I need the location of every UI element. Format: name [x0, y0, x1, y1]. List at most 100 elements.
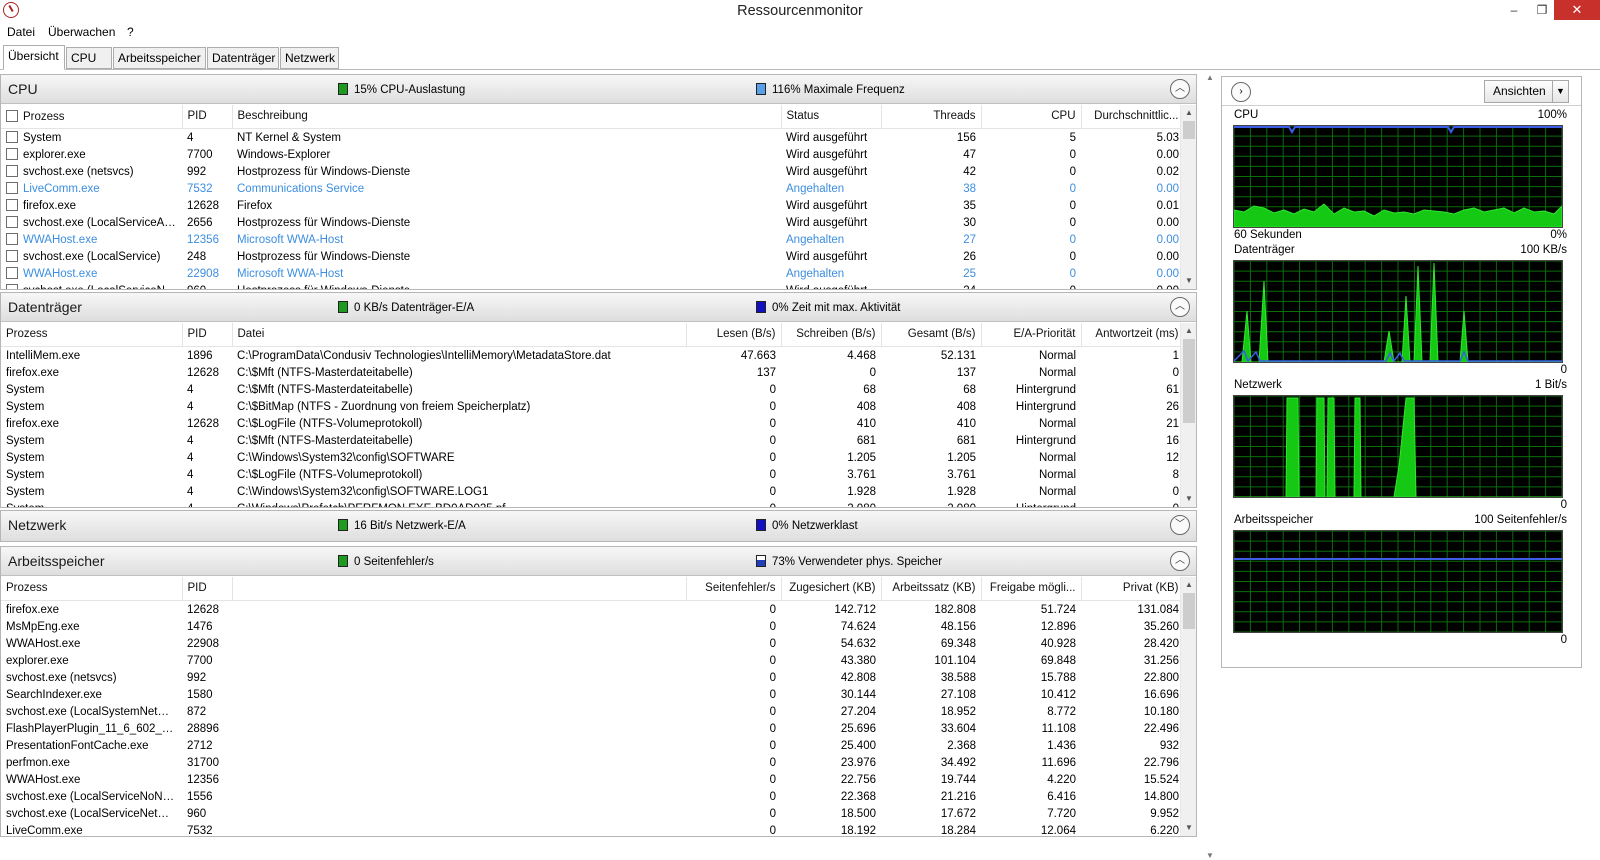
table-row[interactable]: svchost.exe (LocalSystemNetwo... 872 0 27.2… [1, 703, 1184, 720]
table-row[interactable]: WWAHost.exe 12356 Microsoft WWA-Host Angeha… [1, 231, 1184, 248]
scroll-up-arrow-icon[interactable]: ▲ [1181, 105, 1197, 121]
cpu-col-status[interactable]: Status [781, 105, 882, 129]
table-row[interactable]: svchost.exe (LocalServiceNet...960Hostpr… [1, 282, 1184, 289]
menu-file[interactable]: Datei [7, 25, 35, 39]
mem-col-hard-faults[interactable]: Seitenfehler/s [686, 577, 782, 601]
maximize-button[interactable]: ❐ [1528, 0, 1556, 20]
table-row[interactable]: explorer.exe 7700 Windows-Explorer Wird aus… [1, 146, 1184, 163]
cpu-col-process[interactable]: Prozess [1, 105, 183, 129]
process-checkbox[interactable] [6, 250, 18, 262]
left-pane-scrollbar[interactable]: ▲ ▼ [1203, 73, 1217, 860]
table-row[interactable]: firefox.exe 12628 C:\$Mft (NTFS-Masterdate… [1, 364, 1184, 381]
scroll-down-arrow-icon[interactable]: ▼ [1181, 273, 1197, 289]
memory-table-scrollbar[interactable]: ▲ ▼ [1180, 577, 1196, 836]
collapse-graphs-button[interactable]: › [1231, 82, 1251, 102]
table-row[interactable]: svchost.exe (LocalService) 248 Hostprozess… [1, 248, 1184, 265]
table-row[interactable]: System 4 C:\$BitMap (NTFS - Zuordnung von … [1, 398, 1184, 415]
disk-col-priority[interactable]: E/A-Priorität [981, 323, 1082, 347]
table-row[interactable]: firefox.exe 12628 Firefox Wird ausgeführt 35… [1, 197, 1184, 214]
scroll-up-arrow-icon[interactable]: ▲ [1181, 323, 1197, 339]
table-row[interactable]: firefox.exe 12628 0 142.712 182.808 51.724 131… [1, 601, 1184, 618]
select-all-checkbox[interactable] [6, 109, 18, 122]
table-row[interactable]: System 4 C:\$Mft (NTFS-Masterdateitabelle)… [1, 432, 1184, 449]
cpu-col-description[interactable]: Beschreibung [232, 105, 782, 129]
process-checkbox[interactable] [6, 216, 18, 228]
disk-collapse-button[interactable]: ︿ [1170, 297, 1190, 317]
process-checkbox[interactable] [6, 148, 18, 160]
table-row[interactable]: firefox.exe 12628 C:\$LogFile (NTFS-Volume… [1, 415, 1184, 432]
table-row[interactable]: PresentationFontCache.exe 2712 0 25.400 2.36… [1, 737, 1184, 754]
table-row[interactable]: SearchIndexer.exe 1580 0 30.144 27.108 10.412… [1, 686, 1184, 703]
chevron-down-icon[interactable]: ▼ [1552, 81, 1568, 102]
process-checkbox[interactable] [6, 267, 18, 279]
process-checkbox[interactable] [6, 131, 18, 143]
tab-memory[interactable]: Arbeitsspeicher [113, 47, 206, 69]
mem-col-process[interactable]: Prozess [1, 577, 183, 601]
scroll-up-arrow-icon[interactable]: ▲ [1203, 73, 1217, 82]
menu-monitor[interactable]: Überwachen [48, 25, 115, 39]
mem-col-working-set[interactable]: Arbeitssatz (KB) [881, 577, 982, 601]
process-checkbox[interactable] [6, 165, 18, 177]
cpu-table-scrollbar[interactable]: ▲ ▼ [1180, 105, 1196, 289]
table-row[interactable]: WWAHost.exe 22908 Microsoft WWA-Host Angeha… [1, 265, 1184, 282]
scroll-down-arrow-icon[interactable]: ▼ [1181, 820, 1197, 836]
table-row[interactable]: IntelliMem.exe 1896 C:\ProgramData\Condusi… [1, 347, 1184, 364]
table-row[interactable]: MsMpEng.exe 1476 0 74.624 48.156 12.896 35.260 [1, 618, 1184, 635]
tab-cpu[interactable]: CPU [66, 47, 112, 69]
memory-section-header[interactable]: Arbeitsspeicher 0 Seitenfehler/s 73% Ver… [1, 547, 1196, 576]
table-row[interactable]: perfmon.exe 31700 0 23.976 34.492 11.696 22.79… [1, 754, 1184, 771]
cpu-col-pid[interactable]: PID [182, 105, 233, 129]
cpu-col-average[interactable]: Durchschnittlic... [1081, 105, 1185, 129]
table-row[interactable]: WWAHost.exe 12356 0 22.756 19.744 4.220 15.524 [1, 771, 1184, 788]
scroll-thumb[interactable] [1183, 593, 1195, 629]
process-checkbox[interactable] [6, 233, 18, 245]
disk-col-read[interactable]: Lesen (B/s) [686, 323, 782, 347]
scroll-up-arrow-icon[interactable]: ▲ [1181, 577, 1197, 593]
network-expand-button[interactable]: ﹀ [1170, 515, 1190, 535]
table-row[interactable]: LiveComm.exe 7532 Communications Service An… [1, 180, 1184, 197]
process-checkbox[interactable] [6, 199, 18, 211]
table-row[interactable]: WWAHost.exe 22908 0 54.632 69.348 40.928 28.42… [1, 635, 1184, 652]
disk-col-total[interactable]: Gesamt (B/s) [881, 323, 982, 347]
disk-col-response[interactable]: Antwortzeit (ms) [1081, 323, 1185, 347]
scroll-thumb[interactable] [1183, 339, 1195, 423]
minimize-button[interactable]: – [1500, 0, 1528, 20]
disk-col-file[interactable]: Datei [232, 323, 687, 347]
disk-col-process[interactable]: Prozess [1, 323, 183, 347]
table-row[interactable]: System4C:\Windows\Prefetch\PERFMON.EXE-B… [1, 500, 1184, 508]
disk-section-header[interactable]: Datenträger 0 KB/s Datenträger-E/A 0% Ze… [1, 293, 1196, 322]
table-row[interactable]: FlashPlayerPlugin_11_6_602_17... 28896 0 25… [1, 720, 1184, 737]
table-row[interactable]: System 4 C:\Windows\System32\config\SOFTWA… [1, 449, 1184, 466]
cpu-collapse-button[interactable]: ︿ [1170, 79, 1190, 99]
memory-collapse-button[interactable]: ︿ [1170, 551, 1190, 571]
menu-help[interactable]: ? [127, 25, 134, 39]
network-section-header[interactable]: Netzwerk 16 Bit/s Netzwerk-E/A 0% Netzwe… [1, 511, 1196, 541]
close-button[interactable]: ✕ [1554, 0, 1600, 20]
cpu-col-threads[interactable]: Threads [881, 105, 982, 129]
disk-col-write[interactable]: Schreiben (B/s) [781, 323, 882, 347]
scroll-thumb[interactable] [1183, 121, 1195, 139]
mem-col-shareable[interactable]: Freigabe mögli... [981, 577, 1082, 601]
process-checkbox[interactable] [6, 182, 18, 194]
disk-table-scrollbar[interactable]: ▲ ▼ [1180, 323, 1196, 507]
table-row[interactable]: System 4 C:\$LogFile (NTFS-Volumeprotokoll… [1, 466, 1184, 483]
table-row[interactable]: svchost.exe (LocalServiceAn... 2656 Hostpr… [1, 214, 1184, 231]
table-row[interactable]: LiveComm.exe 7532 0 18.192 18.284 12.064 6.220 [1, 822, 1184, 837]
disk-col-pid[interactable]: PID [182, 323, 233, 347]
tab-network[interactable]: Netzwerk [280, 47, 339, 69]
table-row[interactable]: svchost.exe (LocalServiceNetwo... 960 0 18.… [1, 805, 1184, 822]
scroll-down-arrow-icon[interactable]: ▼ [1203, 851, 1217, 860]
table-row[interactable]: System 4 NT Kernel & System Wird ausgeführt… [1, 129, 1184, 146]
table-row[interactable]: System 4 C:\Windows\System32\config\SOFTWA… [1, 483, 1184, 500]
table-row[interactable]: svchost.exe (LocalServiceNoNet... 1556 0 22… [1, 788, 1184, 805]
tab-overview[interactable]: Übersicht [3, 45, 65, 70]
mem-col-commit[interactable]: Zugesichert (KB) [781, 577, 882, 601]
table-row[interactable]: System 4 C:\$Mft (NTFS-Masterdateitabelle)… [1, 381, 1184, 398]
cpu-col-cpu[interactable]: CPU [981, 105, 1082, 129]
views-dropdown-button[interactable]: Ansichten ▼ [1484, 80, 1569, 103]
table-row[interactable]: svchost.exe (netsvcs) 992 0 42.808 38.588 15.… [1, 669, 1184, 686]
table-row[interactable]: explorer.exe 7700 0 43.380 101.104 69.848 31.2… [1, 652, 1184, 669]
cpu-section-header[interactable]: CPU 15% CPU-Auslastung 116% Maximale Fre… [1, 75, 1196, 104]
process-checkbox[interactable] [6, 284, 18, 289]
mem-col-private[interactable]: Privat (KB) [1081, 577, 1185, 601]
